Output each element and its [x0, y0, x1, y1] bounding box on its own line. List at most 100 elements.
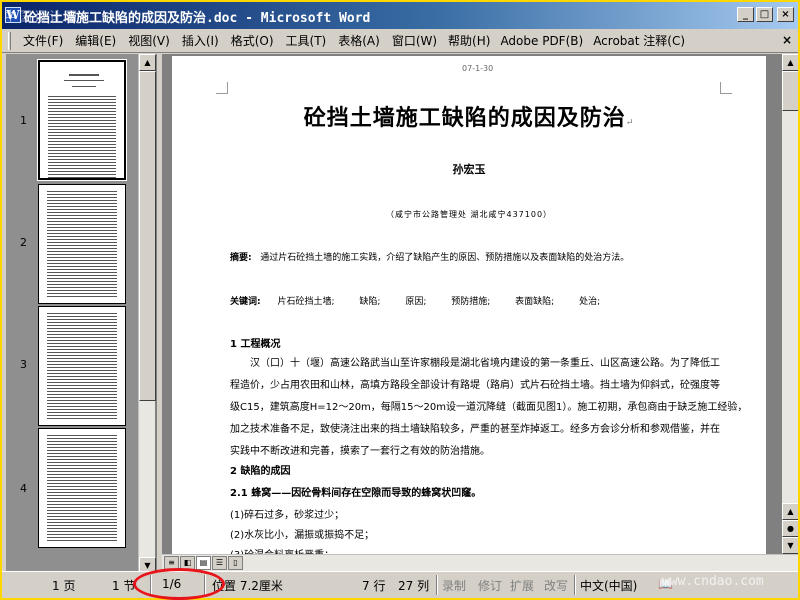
body-line: 级C15，建筑高度H=12～20m，每隔15～20m设一道沉降缝（截面见图1）。… [230, 402, 748, 413]
thumbnail-text-line [47, 275, 117, 276]
keywords: 关键词: 片石砼挡土墙; 缺陷; 原因; 预防措施; 表面缺陷; 处治; [230, 294, 600, 307]
thumbnail-text-line [47, 501, 117, 502]
next-page-icon[interactable]: ▼ [782, 537, 798, 554]
menu-table[interactable]: 表格(A) [332, 30, 386, 51]
status-separator [436, 575, 438, 595]
status-rec[interactable]: 录制 [442, 577, 466, 594]
section-1-title: 1 工程概况 [230, 339, 281, 350]
menu-edit[interactable]: 编辑(E) [69, 30, 122, 51]
thumbnail-number: 2 [20, 236, 27, 249]
menu-adobe-pdf[interactable]: Adobe PDF(B) [495, 32, 588, 50]
print-view-icon[interactable]: ▤ [196, 556, 211, 570]
menu-window[interactable]: 窗口(W) [386, 30, 443, 51]
thumbnail-text-line [47, 337, 117, 338]
thumbnail-text-line [47, 254, 117, 255]
prev-page-icon[interactable]: ▲ [782, 503, 798, 520]
menu-grip[interactable] [8, 31, 11, 50]
keyword: 表面缺陷; [515, 297, 555, 307]
thumbnail-text-line [69, 74, 99, 76]
thumbnail-text-line [47, 361, 117, 362]
thumbnail-text-line [47, 191, 117, 192]
scroll-up-icon[interactable]: ▲ [782, 54, 798, 71]
thumbnail-text-line [48, 108, 116, 109]
menu-file[interactable]: 文件(F) [17, 30, 69, 51]
thumbnail-text-line [47, 316, 117, 317]
keyword: 预防措施; [451, 297, 491, 307]
thumbnail-text-line [47, 489, 117, 490]
thumbnail-text-line [47, 498, 117, 499]
thumbnail-text-line [47, 525, 117, 526]
body-line: 程造价，少占用农田和山林，高填方路段全部设计有路堤（路肩）式片石砼挡土墙。挡土墙… [230, 380, 720, 391]
thumbnail-text-line [47, 340, 117, 341]
thumbnail-text-line [48, 126, 116, 127]
thumbnail-text-line [47, 531, 117, 532]
menu-help[interactable]: 帮助(H) [443, 30, 495, 51]
maximize-button[interactable]: □ [756, 7, 773, 22]
window-controls: _ □ × [737, 7, 794, 22]
thumbnail-text-line [47, 474, 117, 475]
watermark-bottom: www.cndao.com [662, 574, 764, 589]
thumbnail-page-4[interactable] [38, 428, 126, 548]
abstract: 摘要: 通过片石砼挡土墙的施工实践，介绍了缺陷产生的原因、预防措施以及表面缺陷的… [230, 250, 629, 263]
thumbnail-text-line [48, 102, 116, 103]
thumbnail-text-line [47, 325, 117, 326]
thumbnail-text-line [48, 135, 116, 136]
thumbnail-text-line [47, 245, 117, 246]
menu-view[interactable]: 视图(V) [122, 30, 176, 51]
title-bar[interactable]: W 砼挡土墙施工缺陷的成因及防治.doc - Microsoft Word _ … [2, 2, 798, 29]
scroll-up-icon[interactable]: ▲ [139, 54, 156, 71]
close-button[interactable]: × [777, 7, 794, 22]
menu-insert[interactable]: 插入(I) [176, 30, 225, 51]
thumbnail-text-line [48, 141, 116, 142]
thumbnail-text-line [47, 385, 117, 386]
scroll-thumb[interactable] [782, 71, 798, 111]
thumbnail-text-line [47, 260, 117, 261]
thumbnail-text-line [48, 99, 116, 100]
body-line: 汉（口）十（堰）高速公路武当山至许家棚段是湖北省境内建设的第一条重丘、山区高速公… [250, 358, 720, 369]
thumbnail-text-line [47, 400, 117, 401]
document-author: 孙宏玉 [452, 163, 486, 176]
status-ext[interactable]: 扩展 [510, 577, 534, 594]
thumbnail-number: 3 [20, 358, 27, 371]
thumbnail-text-line [47, 516, 117, 517]
thumbnail-text-line [47, 492, 117, 493]
minimize-button[interactable]: _ [737, 7, 754, 22]
outline-view-icon[interactable]: ☰ [212, 556, 227, 570]
list-item: (2)水灰比小，漏振或振捣不足； [230, 530, 375, 541]
thumbnail-text-line [47, 209, 117, 210]
thumbnail-page-3[interactable] [38, 306, 126, 426]
menu-tools[interactable]: 工具(T) [280, 30, 333, 51]
annotation-circle [133, 568, 225, 600]
thumbnail-text-line [47, 236, 117, 237]
menu-acrobat-comments[interactable]: Acrobat 注释(C) [588, 30, 690, 51]
document-page[interactable]: 07-1-30 砼挡土墙施工缺陷的成因及防治↵ 孙宏玉 （咸宁市公路管理处 湖北… [172, 56, 766, 554]
thumbnail-text-line [47, 379, 117, 380]
thumbnail-page-1[interactable] [37, 59, 127, 181]
thumbnail-number: 1 [20, 114, 27, 127]
thumbnail-text-line [47, 477, 117, 478]
thumbnail-scrollbar[interactable]: ▲ ▼ [138, 54, 156, 574]
thumbnail-text-line [47, 212, 117, 213]
thumbnail-text-line [47, 349, 117, 350]
reading-view-icon[interactable]: ▯ [228, 556, 243, 570]
thumbnail-text-line [47, 537, 117, 538]
status-trk[interactable]: 修订 [478, 577, 502, 594]
close-document-icon[interactable]: × [782, 33, 792, 47]
thumbnail-page-2[interactable] [38, 184, 126, 304]
browse-object-icon[interactable]: ● [782, 520, 798, 537]
thumbnail-text-line [47, 483, 117, 484]
thumbnail-text-line [47, 367, 117, 368]
thumbnail-text-line [47, 528, 117, 529]
thumbnail-text-line [47, 200, 117, 201]
horizontal-bar: ≡ ◧ ▤ ☰ ▯ [162, 554, 798, 571]
thumbnail-text-line [47, 358, 117, 359]
thumbnail-text-line [47, 376, 117, 377]
scroll-thumb[interactable] [139, 71, 156, 401]
document-title: 砼挡土墙施工缺陷的成因及防治↵ [303, 105, 635, 131]
list-item: (3)砼混合料离析严重； [230, 546, 334, 554]
thumbnail-text-line [47, 355, 117, 356]
menu-format[interactable]: 格式(O) [225, 30, 280, 51]
document-scrollbar[interactable]: ▲ ▲ ● ▼ [782, 54, 798, 554]
thumbnail-text-line [47, 257, 117, 258]
status-ovr[interactable]: 改写 [544, 577, 568, 594]
